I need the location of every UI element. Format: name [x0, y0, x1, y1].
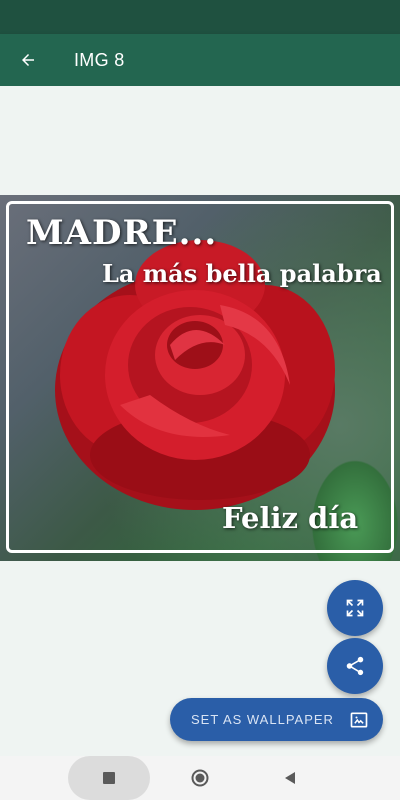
home-button[interactable] — [190, 768, 210, 788]
share-icon — [346, 656, 364, 676]
set-as-wallpaper-button[interactable]: SET AS WALLPAPER — [170, 698, 383, 741]
page-title: IMG 8 — [74, 49, 125, 70]
set-as-wallpaper-label: SET AS WALLPAPER — [191, 712, 334, 727]
system-nav-bar — [0, 756, 400, 800]
square-recents-icon — [103, 772, 115, 784]
image-text-line-2: La más bella palabra — [102, 259, 382, 288]
wallpaper-icon — [350, 712, 368, 727]
fullscreen-button[interactable] — [327, 580, 383, 636]
share-button[interactable] — [327, 638, 383, 694]
recents-button[interactable] — [99, 768, 119, 788]
app-bar: IMG 8 — [0, 34, 400, 86]
triangle-back-icon — [285, 772, 295, 784]
image-text-line-3: Feliz día — [222, 501, 359, 535]
nav-back-button[interactable] — [280, 768, 300, 788]
image-text-line-1: MADRE... — [26, 213, 218, 253]
fullscreen-icon — [346, 599, 364, 617]
circle-home-icon — [191, 769, 209, 787]
arrow-back-icon — [22, 54, 34, 66]
back-button[interactable] — [0, 34, 56, 86]
status-bar — [0, 0, 400, 34]
wallpaper-image[interactable]: MADRE... La más bella palabra Feliz día — [0, 195, 400, 561]
